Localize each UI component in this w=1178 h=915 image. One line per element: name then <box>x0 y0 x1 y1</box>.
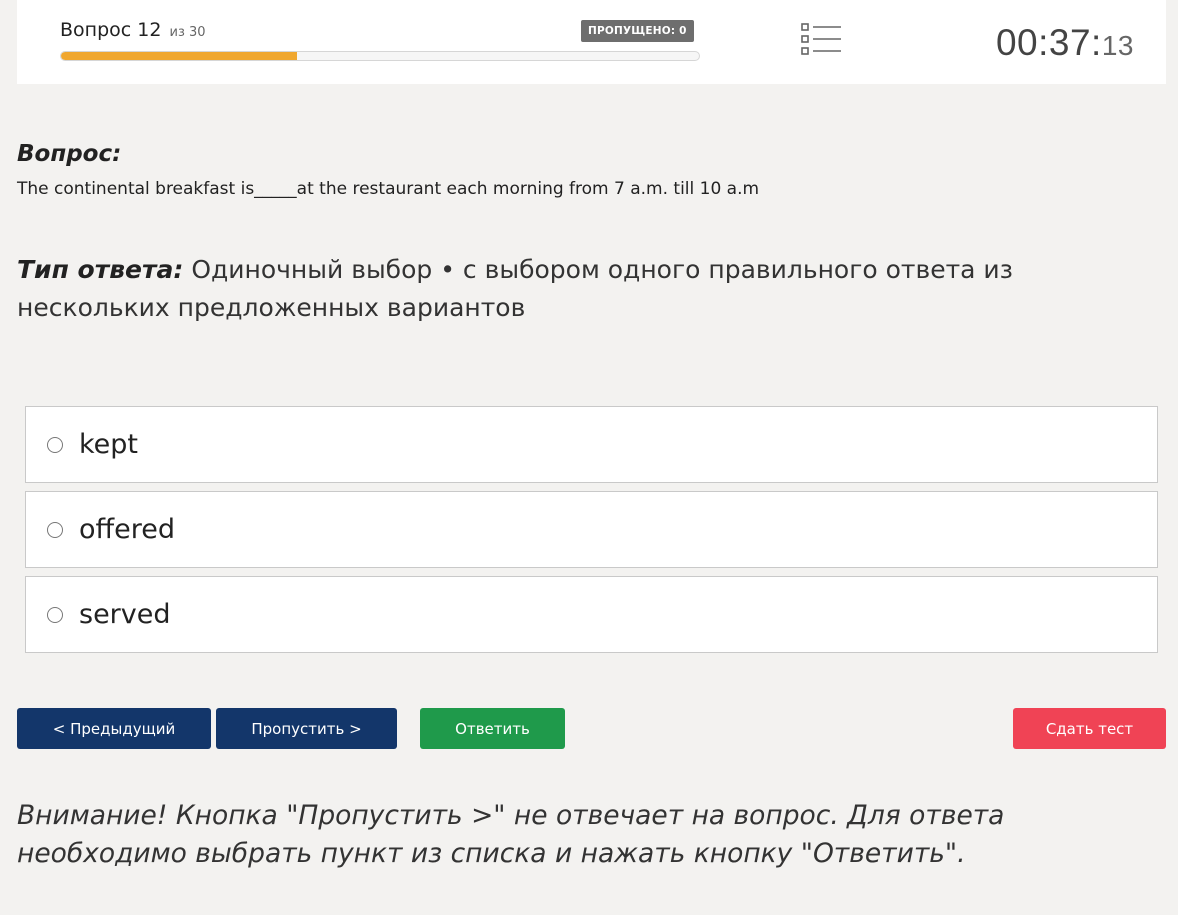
submit-test-button[interactable]: Сдать тест <box>1013 708 1166 749</box>
option-label: served <box>79 599 171 630</box>
timer: 00:37:13 <box>996 22 1134 64</box>
question-total: из 30 <box>169 25 206 40</box>
question-list-button[interactable] <box>797 20 843 58</box>
question-label: Вопрос: <box>17 141 122 167</box>
answer-button[interactable]: Ответить <box>420 708 565 749</box>
list-icon <box>801 23 841 55</box>
previous-button[interactable]: < Предыдущий <box>17 708 211 749</box>
timer-main: 00:37: <box>995 22 1102 63</box>
option-label: kept <box>79 429 139 460</box>
answer-option-offered[interactable]: offered <box>25 491 1158 568</box>
answer-type: Тип ответа: Одиночный выбор • с выбором … <box>17 251 1117 327</box>
question-counter: Вопрос 12 из 30 <box>60 19 206 41</box>
timer-seconds: 13 <box>1101 30 1134 61</box>
answer-type-label: Тип ответа: <box>17 255 184 284</box>
question-word: Вопрос <box>60 19 132 41</box>
question-text: The continental breakfast is_____at the … <box>17 179 760 199</box>
progress-bar <box>60 51 700 61</box>
progress-bar-fill <box>61 52 298 60</box>
warning-text: Внимание! Кнопка "Пропустить >" не отвеч… <box>17 800 1005 869</box>
skipped-badge: ПРОПУЩЕНО: 0 <box>581 20 694 42</box>
answer-option-kept[interactable]: kept <box>25 406 1158 483</box>
question-number: 12 <box>137 19 162 41</box>
radio-unchecked-icon[interactable] <box>47 521 63 538</box>
test-header: Вопрос 12 из 30 ПРОПУЩЕНО: 0 00:37:13 <box>17 0 1166 84</box>
answer-options: kept offered served <box>25 406 1158 661</box>
answer-option-served[interactable]: served <box>25 576 1158 653</box>
radio-unchecked-icon[interactable] <box>47 606 63 623</box>
option-label: offered <box>79 514 175 545</box>
skip-button[interactable]: Пропустить > <box>216 708 397 749</box>
radio-unchecked-icon[interactable] <box>47 436 63 453</box>
